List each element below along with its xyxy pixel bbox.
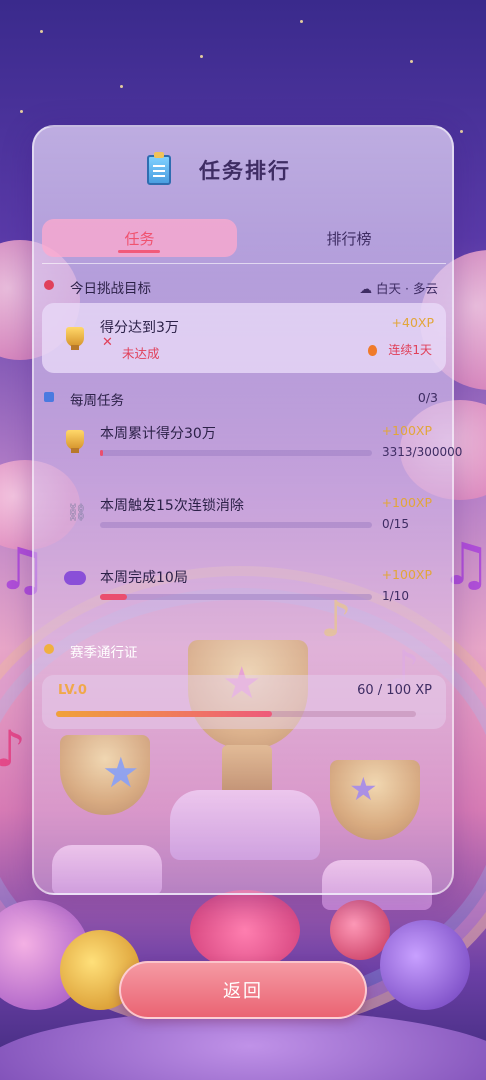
weekly-task-title: 本周完成10局: [100, 570, 188, 586]
back-button[interactable]: 返回: [119, 961, 367, 1019]
weekly-count: 0/3: [417, 390, 438, 405]
progress-fill: [100, 450, 103, 456]
daily-task-xp: +40XP: [391, 315, 434, 330]
weather-separator: ·: [405, 281, 409, 296]
weekly-task-title: 本周触发15次连锁消除: [100, 498, 244, 514]
target-icon: [44, 280, 54, 290]
season-pass-box: LV.0 60 / 100 XP: [42, 675, 446, 729]
season-pass-heading: 赛季通行证: [70, 645, 138, 661]
tab-bar: 任务 排行榜: [42, 219, 446, 259]
weekly-task-title: 本周累计得分30万: [100, 426, 216, 442]
weekly-section-header: 每周任务 0/3: [44, 389, 446, 411]
task-panel: 任务排行 任务 排行榜 今日挑战目标 ☁ 白天 · 多云 得分达到3万 ✕ 未达…: [32, 125, 462, 895]
season-pass-header: 赛季通行证: [44, 641, 446, 663]
clipboard-icon: [147, 152, 171, 185]
trophy-icon: [66, 430, 84, 453]
fire-icon: [368, 345, 377, 356]
weekly-task-xp: +100XP: [381, 567, 432, 582]
season-level: LV.0: [58, 683, 87, 698]
weekly-task-xp: +100XP: [381, 495, 432, 510]
daily-task-title: 得分达到3万: [100, 320, 179, 336]
season-progress-bar: [56, 711, 416, 717]
calendar-icon: [44, 392, 54, 402]
weather-text: 多云: [412, 281, 438, 296]
weekly-heading: 每周任务: [70, 393, 124, 409]
progress-bar: [100, 522, 372, 528]
tab-tasks[interactable]: 任务: [42, 219, 237, 257]
divider: [42, 263, 446, 264]
season-xp-text: 60 / 100 XP: [357, 683, 432, 698]
medal-icon: [44, 644, 54, 654]
weather-info: ☁ 白天 · 多云: [360, 278, 438, 297]
progress-bar: [100, 594, 372, 600]
daily-heading: 今日挑战目标: [70, 281, 151, 297]
weather-time: 白天: [376, 281, 402, 296]
progress-fill: [56, 711, 272, 717]
panel-header: 任务排行: [34, 151, 452, 191]
progress-text: 3313/300000: [382, 445, 463, 459]
cross-icon: ✕: [102, 335, 113, 350]
progress-fill: [100, 594, 128, 600]
progress-text: 0/15: [382, 517, 409, 531]
daily-task-card: 得分达到3万 ✕ 未达成 +40XP 连续1天: [42, 303, 446, 373]
page-title: 任务排行: [199, 159, 291, 183]
daily-section-header: 今日挑战目标 ☁ 白天 · 多云: [44, 277, 446, 299]
daily-streak: 连续1天: [388, 343, 432, 357]
trophy-icon: [66, 327, 84, 350]
weekly-task-xp: +100XP: [381, 423, 432, 438]
cloud-icon: ☁: [359, 281, 373, 296]
tab-leaderboard[interactable]: 排行榜: [252, 219, 446, 257]
chain-link-icon: ⛓: [66, 503, 88, 523]
gamepad-icon: [64, 571, 86, 585]
progress-text: 1/10: [382, 589, 409, 603]
music-note-icon: ♪: [0, 720, 26, 778]
daily-task-status: 未达成: [122, 346, 160, 361]
progress-bar: [100, 450, 372, 456]
